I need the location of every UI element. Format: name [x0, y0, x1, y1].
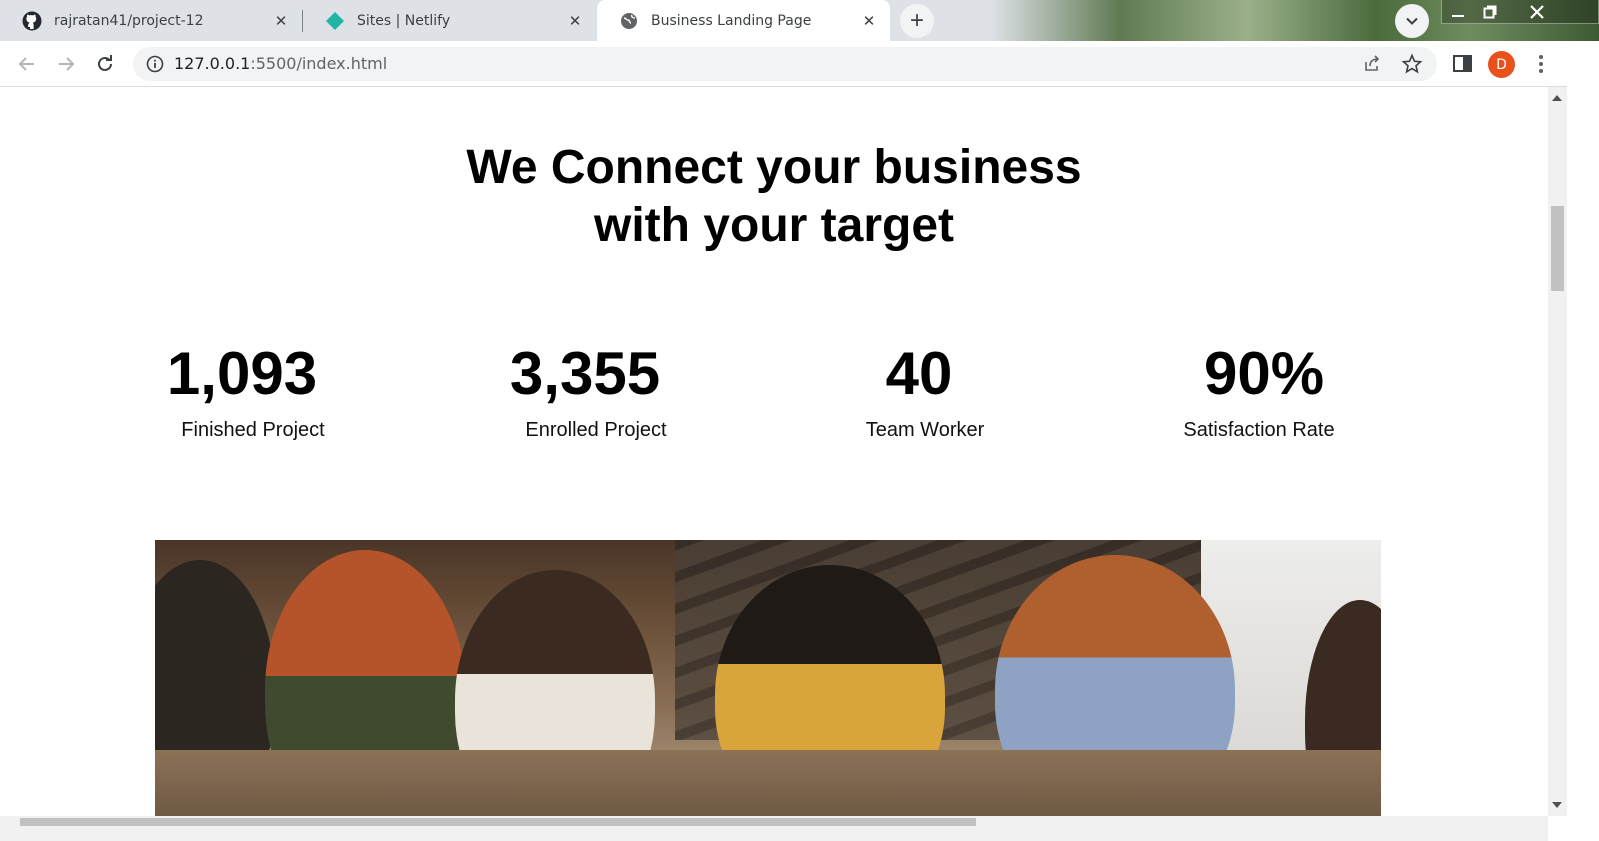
- back-arrow-icon: [18, 57, 34, 71]
- page-headline: We Connect your business with your targe…: [0, 139, 1548, 255]
- address-bar[interactable]: 127.0.0.1:5500/index.html: [133, 47, 1437, 81]
- restore-button[interactable]: [1473, 0, 1507, 24]
- url-text[interactable]: 127.0.0.1:5500/index.html: [174, 54, 387, 73]
- page-viewport: We Connect your business with your targe…: [0, 87, 1548, 816]
- site-info-icon[interactable]: [145, 54, 165, 74]
- stat-satisfaction-rate: 90% Satisfaction Rate: [1114, 339, 1414, 442]
- close-tab-icon[interactable]: ✕: [860, 12, 878, 30]
- headline-line-2: with your target: [593, 199, 955, 252]
- tab-title: rajratan41/project-12: [54, 12, 204, 29]
- restore-icon: [1483, 5, 1497, 19]
- netlify-icon: [325, 11, 345, 31]
- url-host: 127.0.0.1: [174, 54, 251, 73]
- tab-title: Business Landing Page: [651, 12, 812, 29]
- back-button[interactable]: [12, 49, 42, 79]
- reload-icon: [98, 55, 112, 71]
- close-window-button[interactable]: [1520, 0, 1554, 24]
- side-panel-icon: [1453, 55, 1472, 72]
- vertical-scroll-thumb[interactable]: [1551, 206, 1564, 291]
- tab-business-landing[interactable]: Business Landing Page ✕: [597, 0, 890, 41]
- close-tab-icon[interactable]: ✕: [272, 12, 290, 30]
- tab-github[interactable]: rajratan41/project-12 ✕: [0, 0, 302, 41]
- tab-netlify[interactable]: Sites | Netlify ✕: [303, 0, 596, 41]
- forward-button[interactable]: [51, 49, 81, 79]
- headline-line-1: We Connect your business: [466, 141, 1082, 194]
- stat-label: Finished Project: [181, 419, 325, 441]
- tab-title: Sites | Netlify: [357, 12, 451, 29]
- horizontal-scrollbar[interactable]: [0, 816, 1548, 841]
- side-panel-button[interactable]: [1452, 54, 1474, 74]
- stat-value: 90%: [1203, 340, 1325, 407]
- tab-search-button[interactable]: [1395, 4, 1429, 38]
- stat-label: Team Worker: [865, 419, 985, 441]
- minimize-icon: [1452, 15, 1464, 17]
- close-icon: [1530, 5, 1544, 19]
- reload-button[interactable]: [90, 49, 120, 79]
- stat-label: Enrolled Project: [525, 419, 667, 441]
- scroll-up-icon[interactable]: [1552, 95, 1562, 101]
- stat-team-worker: 40 Team Worker: [769, 339, 1069, 442]
- stat-label: Satisfaction Rate: [1183, 419, 1335, 441]
- forward-arrow-icon: [59, 57, 75, 71]
- share-icon[interactable]: [1361, 53, 1383, 75]
- close-tab-icon[interactable]: ✕: [566, 12, 584, 30]
- window-edge: [1567, 41, 1599, 841]
- browser-toolbar: 127.0.0.1:5500/index.html D: [0, 41, 1599, 87]
- minimize-button[interactable]: [1441, 0, 1475, 24]
- team-meeting-photo: [155, 540, 1381, 816]
- new-tab-button[interactable]: +: [900, 4, 934, 38]
- github-icon: [22, 11, 42, 31]
- profile-avatar[interactable]: D: [1488, 51, 1515, 78]
- stat-value: 1,093: [166, 340, 318, 407]
- more-menu-icon[interactable]: [1531, 52, 1551, 76]
- bookmark-star-icon[interactable]: [1401, 53, 1423, 75]
- globe-icon: [619, 11, 639, 31]
- stat-enrolled-project: 3,355 Enrolled Project: [435, 339, 735, 442]
- horizontal-scroll-thumb[interactable]: [20, 818, 976, 826]
- vertical-scrollbar[interactable]: [1548, 87, 1567, 816]
- stat-value: 40: [885, 340, 953, 407]
- stat-finished-project: 1,093 Finished Project: [92, 339, 392, 442]
- scroll-down-icon[interactable]: [1552, 802, 1562, 808]
- table-surface: [155, 750, 1381, 816]
- stat-value: 3,355: [509, 340, 661, 407]
- chevron-down-icon: [1406, 17, 1418, 25]
- tab-strip: rajratan41/project-12 ✕ Sites | Netlify …: [0, 0, 1599, 41]
- url-path: :5500/index.html: [250, 54, 388, 73]
- plus-icon: +: [909, 7, 924, 34]
